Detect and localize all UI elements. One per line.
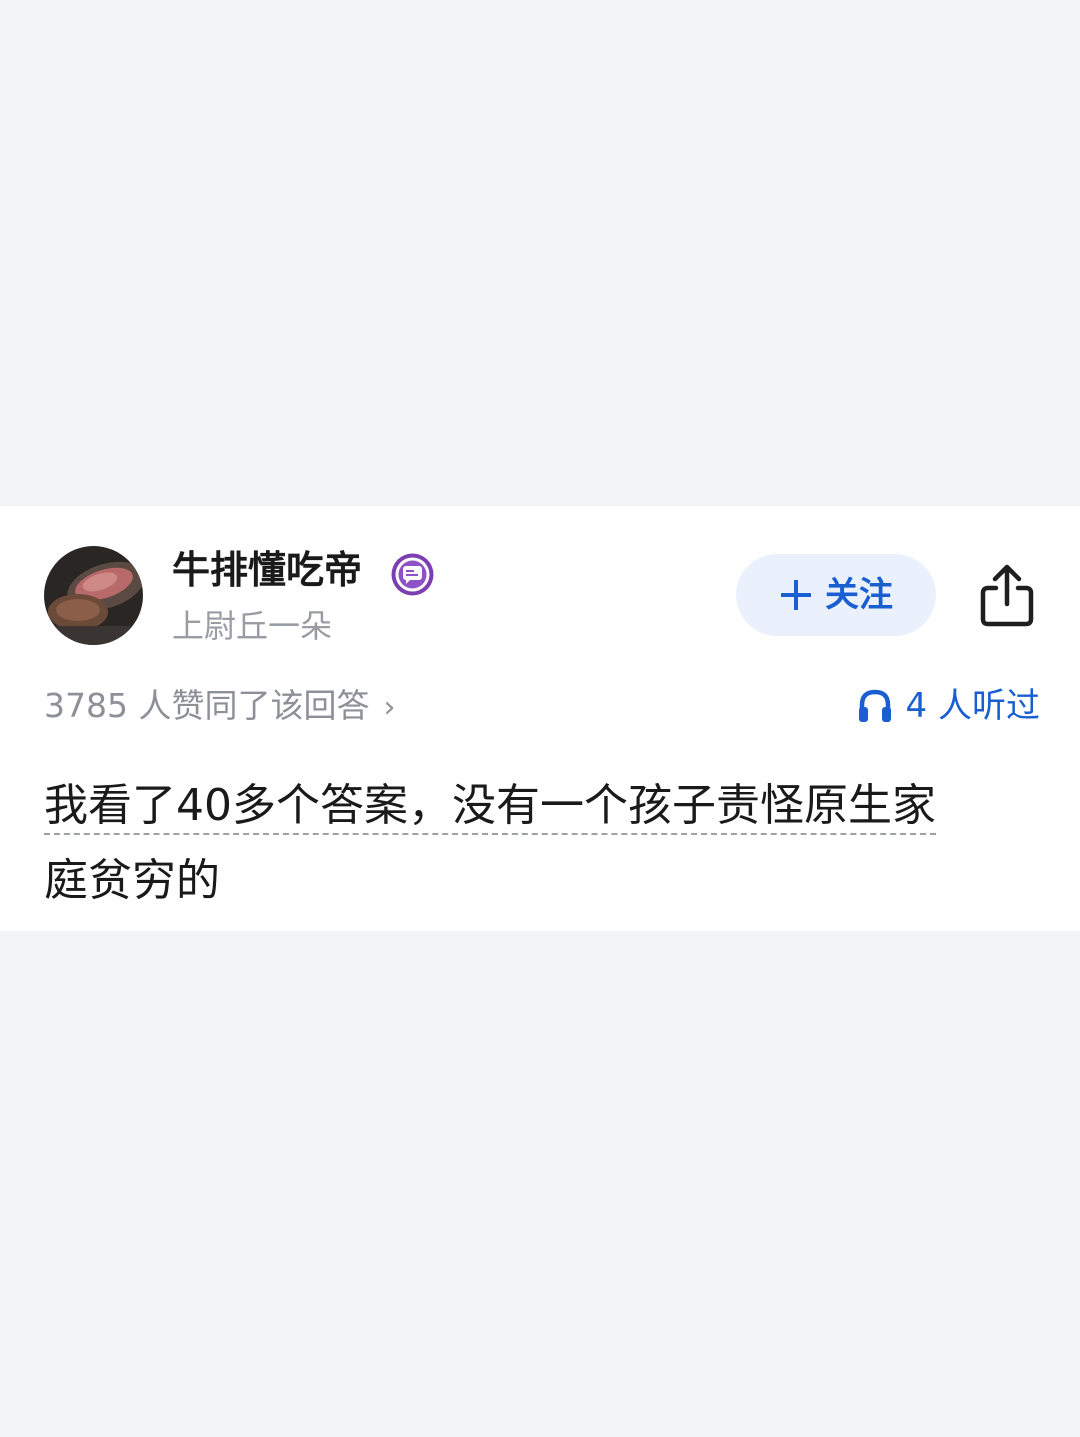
follow-button[interactable]: 关注 bbox=[736, 554, 936, 636]
avatar-image bbox=[44, 546, 143, 645]
likes-count-link[interactable]: 3785 人赞同了该回答 › bbox=[44, 684, 395, 730]
message-badge-icon bbox=[391, 553, 434, 596]
plus-icon bbox=[781, 580, 811, 610]
listen-text: 4 人听过 bbox=[905, 686, 1040, 726]
author-subtitle: 上尉丘一朵 bbox=[172, 607, 333, 645]
answer-line-1: 我看了40多个答案，没有一个孩子责怪原生家 bbox=[44, 780, 936, 835]
chevron-right-icon: › bbox=[383, 690, 396, 725]
answer-card: 牛排懂吃帝 上尉丘一朵 关注 3785 人赞同了该回答 › 4 人听过 我看了4… bbox=[0, 506, 1080, 931]
headphones-icon bbox=[858, 689, 891, 722]
follow-label: 关注 bbox=[825, 575, 893, 615]
avatar[interactable] bbox=[44, 546, 143, 645]
author-name[interactable]: 牛排懂吃帝 bbox=[172, 546, 362, 594]
listen-count[interactable]: 4 人听过 bbox=[858, 684, 1040, 728]
share-icon[interactable] bbox=[978, 564, 1036, 628]
likes-text: 3785 人赞同了该回答 bbox=[44, 686, 370, 725]
answer-line-2: 庭贫穷的 bbox=[44, 855, 220, 906]
answer-excerpt[interactable]: 我看了40多个答案，没有一个孩子责怪原生家 庭贫穷的 bbox=[44, 768, 1039, 918]
